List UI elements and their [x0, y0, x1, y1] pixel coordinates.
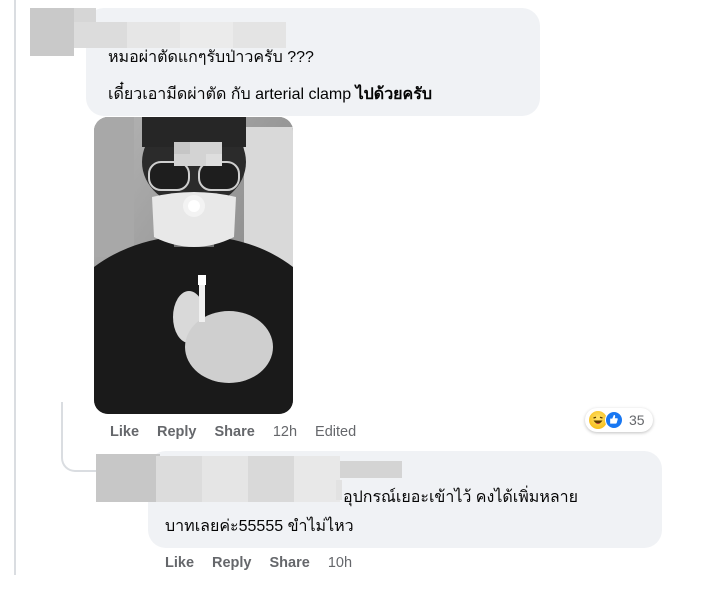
reaction-count: 35 [629, 412, 645, 428]
share-button[interactable]: Share [215, 423, 255, 441]
comment-text-thai: เดี๋ยวเอามีดผ่าตัด กับ [108, 86, 251, 103]
comment-photo[interactable] [94, 117, 293, 414]
thread-line [14, 0, 16, 575]
like-button[interactable]: Like [165, 554, 194, 572]
comment-text-thai-bold: ไปด้วยครับ [355, 86, 432, 103]
censored-author-name[interactable] [340, 461, 402, 478]
reply-button[interactable]: Reply [157, 423, 197, 441]
like-icon [605, 411, 623, 429]
reply-actions: Like Reply Share 10h [165, 554, 352, 572]
censored-avatar[interactable] [96, 454, 160, 502]
comment-timestamp[interactable]: 12h [273, 423, 297, 441]
comment-text-line: เดี๋ยวเอามีดผ่าตัด กับ arterial clamp ไป… [108, 84, 432, 106]
comment-timestamp[interactable]: 10h [328, 554, 352, 572]
comment-text-english: arterial clamp [255, 86, 352, 103]
photo-surgeon-image [94, 117, 293, 414]
censored-avatar[interactable] [30, 8, 74, 56]
reply-text-line: อุปกรณ์เยอะเข้าไว้ คงได้เพิ่มหลาย [343, 489, 579, 506]
edited-label: Edited [315, 424, 357, 440]
like-button[interactable]: Like [110, 423, 139, 441]
reactions-summary[interactable]: 35 [585, 408, 653, 432]
censored-author-name [336, 480, 342, 500]
censored-author-name [74, 22, 286, 48]
share-button[interactable]: Share [270, 554, 310, 572]
reply-button[interactable]: Reply [212, 554, 252, 572]
comment-actions: Like Reply Share 12h Edited [110, 423, 356, 441]
reply-text-line: บาทเลยค่ะ55555 ขำไม่ไหว [165, 518, 354, 535]
comment-text-line: หมอผ่าตัดแกๆรับป่าวครับ ??? [108, 49, 314, 66]
censored-author-name[interactable] [74, 8, 96, 22]
censored-author-name [156, 456, 340, 502]
